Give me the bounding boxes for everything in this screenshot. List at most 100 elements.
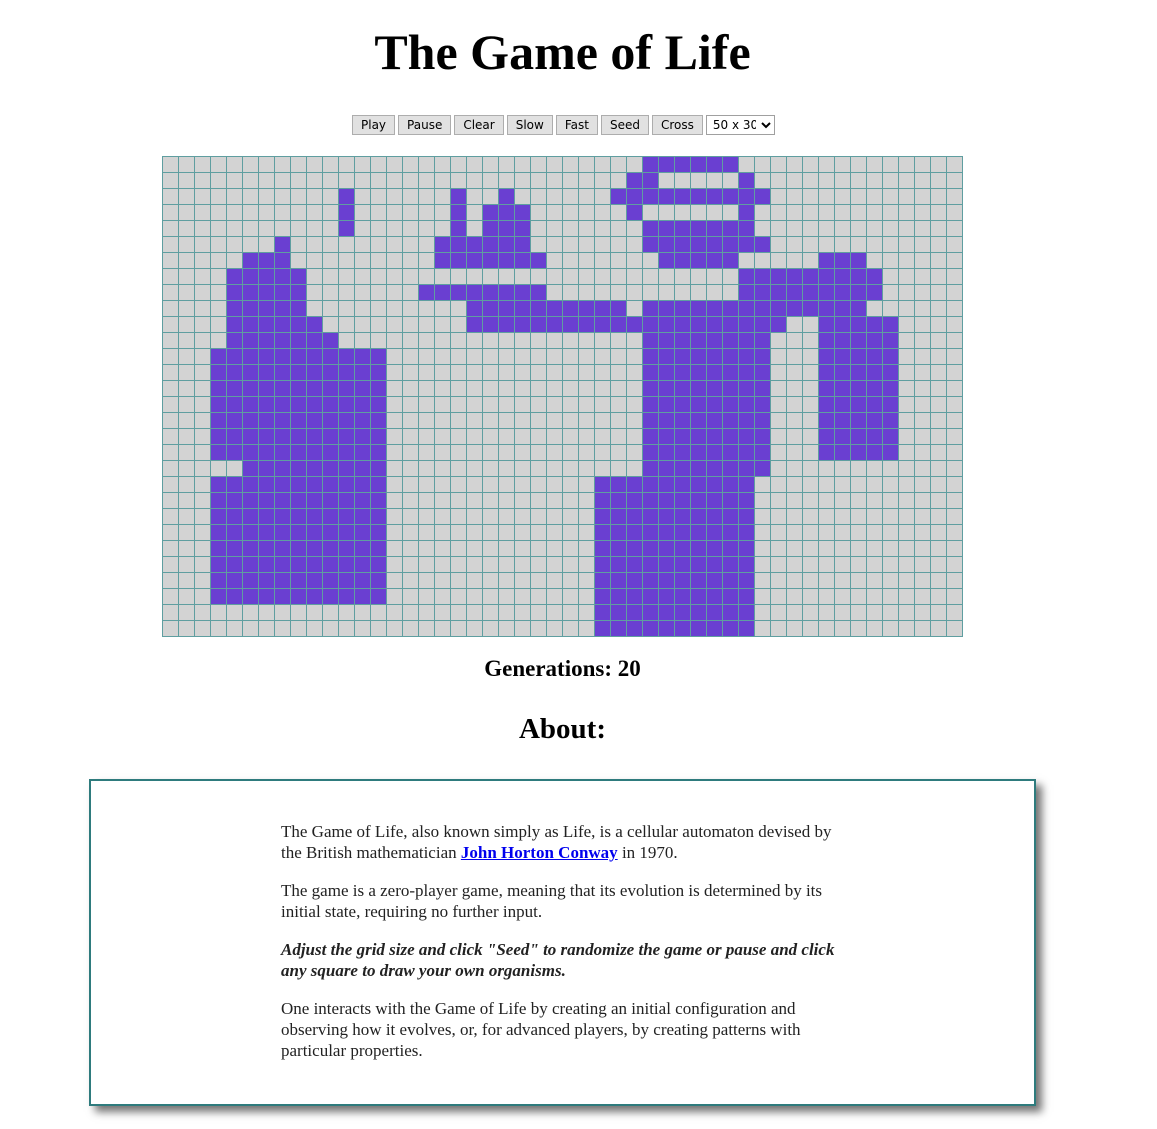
- grid-cell[interactable]: [291, 333, 307, 349]
- grid-cell[interactable]: [595, 285, 611, 301]
- grid-cell[interactable]: [771, 509, 787, 525]
- grid-cell[interactable]: [595, 573, 611, 589]
- grid-cell[interactable]: [515, 541, 531, 557]
- grid-cell[interactable]: [659, 205, 675, 221]
- grid-cell[interactable]: [355, 173, 371, 189]
- grid-cell[interactable]: [467, 317, 483, 333]
- grid-cell[interactable]: [659, 525, 675, 541]
- grid-cell[interactable]: [563, 509, 579, 525]
- grid-cell[interactable]: [435, 541, 451, 557]
- grid-cell[interactable]: [947, 413, 963, 429]
- grid-cell[interactable]: [355, 557, 371, 573]
- grid-cell[interactable]: [659, 557, 675, 573]
- grid-cell[interactable]: [531, 253, 547, 269]
- grid-cell[interactable]: [403, 157, 419, 173]
- grid-cell[interactable]: [883, 461, 899, 477]
- grid-cell[interactable]: [659, 285, 675, 301]
- grid-cell[interactable]: [499, 333, 515, 349]
- grid-cell[interactable]: [243, 189, 259, 205]
- grid-cell[interactable]: [723, 189, 739, 205]
- grid-cell[interactable]: [851, 317, 867, 333]
- grid-cell[interactable]: [451, 621, 467, 637]
- grid-cell[interactable]: [371, 509, 387, 525]
- grid-cell[interactable]: [275, 573, 291, 589]
- grid-cell[interactable]: [179, 333, 195, 349]
- grid-cell[interactable]: [195, 477, 211, 493]
- grid-cell[interactable]: [355, 445, 371, 461]
- grid-cell[interactable]: [771, 557, 787, 573]
- grid-cell[interactable]: [259, 605, 275, 621]
- grid-cell[interactable]: [515, 269, 531, 285]
- grid-cell[interactable]: [867, 189, 883, 205]
- grid-cell[interactable]: [723, 429, 739, 445]
- grid-cell[interactable]: [915, 509, 931, 525]
- grid-cell[interactable]: [483, 269, 499, 285]
- grid-cell[interactable]: [371, 493, 387, 509]
- grid-cell[interactable]: [419, 541, 435, 557]
- grid-cell[interactable]: [627, 557, 643, 573]
- grid-cell[interactable]: [515, 189, 531, 205]
- grid-cell[interactable]: [547, 157, 563, 173]
- grid-cell[interactable]: [787, 413, 803, 429]
- grid-cell[interactable]: [531, 317, 547, 333]
- grid-cell[interactable]: [355, 573, 371, 589]
- grid-cell[interactable]: [531, 157, 547, 173]
- slow-button[interactable]: Slow: [506, 115, 553, 135]
- grid-cell[interactable]: [707, 333, 723, 349]
- grid-cell[interactable]: [851, 477, 867, 493]
- grid-cell[interactable]: [355, 333, 371, 349]
- grid-cell[interactable]: [307, 349, 323, 365]
- grid-cell[interactable]: [835, 237, 851, 253]
- grid-cell[interactable]: [195, 509, 211, 525]
- grid-cell[interactable]: [339, 605, 355, 621]
- grid-cell[interactable]: [883, 333, 899, 349]
- grid-cell[interactable]: [931, 621, 947, 637]
- grid-cell[interactable]: [643, 589, 659, 605]
- grid-cell[interactable]: [179, 541, 195, 557]
- grid-cell[interactable]: [931, 157, 947, 173]
- grid-cell[interactable]: [515, 429, 531, 445]
- grid-cell[interactable]: [563, 365, 579, 381]
- grid-cell[interactable]: [451, 445, 467, 461]
- grid-cell[interactable]: [243, 381, 259, 397]
- grid-cell[interactable]: [259, 173, 275, 189]
- grid-cell[interactable]: [403, 285, 419, 301]
- grid-cell[interactable]: [835, 221, 851, 237]
- grid-cell[interactable]: [723, 221, 739, 237]
- grid-cell[interactable]: [291, 509, 307, 525]
- grid-cell[interactable]: [483, 381, 499, 397]
- grid-cell[interactable]: [755, 557, 771, 573]
- grid-cell[interactable]: [275, 477, 291, 493]
- grid-cell[interactable]: [323, 557, 339, 573]
- grid-cell[interactable]: [755, 509, 771, 525]
- grid-cell[interactable]: [643, 205, 659, 221]
- grid-cell[interactable]: [819, 621, 835, 637]
- grid-cell[interactable]: [291, 157, 307, 173]
- grid-cell[interactable]: [499, 381, 515, 397]
- grid-cell[interactable]: [755, 397, 771, 413]
- grid-cell[interactable]: [659, 429, 675, 445]
- grid-cell[interactable]: [323, 573, 339, 589]
- grid-cell[interactable]: [771, 157, 787, 173]
- grid-cell[interactable]: [307, 221, 323, 237]
- grid-cell[interactable]: [195, 381, 211, 397]
- grid-cell[interactable]: [915, 333, 931, 349]
- grid-cell[interactable]: [467, 429, 483, 445]
- grid-cell[interactable]: [243, 285, 259, 301]
- grid-cell[interactable]: [787, 189, 803, 205]
- grid-cell[interactable]: [787, 205, 803, 221]
- grid-cell[interactable]: [739, 397, 755, 413]
- grid-cell[interactable]: [931, 573, 947, 589]
- grid-cell[interactable]: [675, 525, 691, 541]
- grid-cell[interactable]: [531, 493, 547, 509]
- grid-cell[interactable]: [755, 477, 771, 493]
- grid-cell[interactable]: [227, 189, 243, 205]
- grid-cell[interactable]: [451, 589, 467, 605]
- grid-cell[interactable]: [403, 365, 419, 381]
- grid-cell[interactable]: [211, 269, 227, 285]
- grid-cell[interactable]: [163, 621, 179, 637]
- grid-cell[interactable]: [803, 365, 819, 381]
- grid-cell[interactable]: [531, 605, 547, 621]
- grid-cell[interactable]: [947, 253, 963, 269]
- grid-cell[interactable]: [451, 493, 467, 509]
